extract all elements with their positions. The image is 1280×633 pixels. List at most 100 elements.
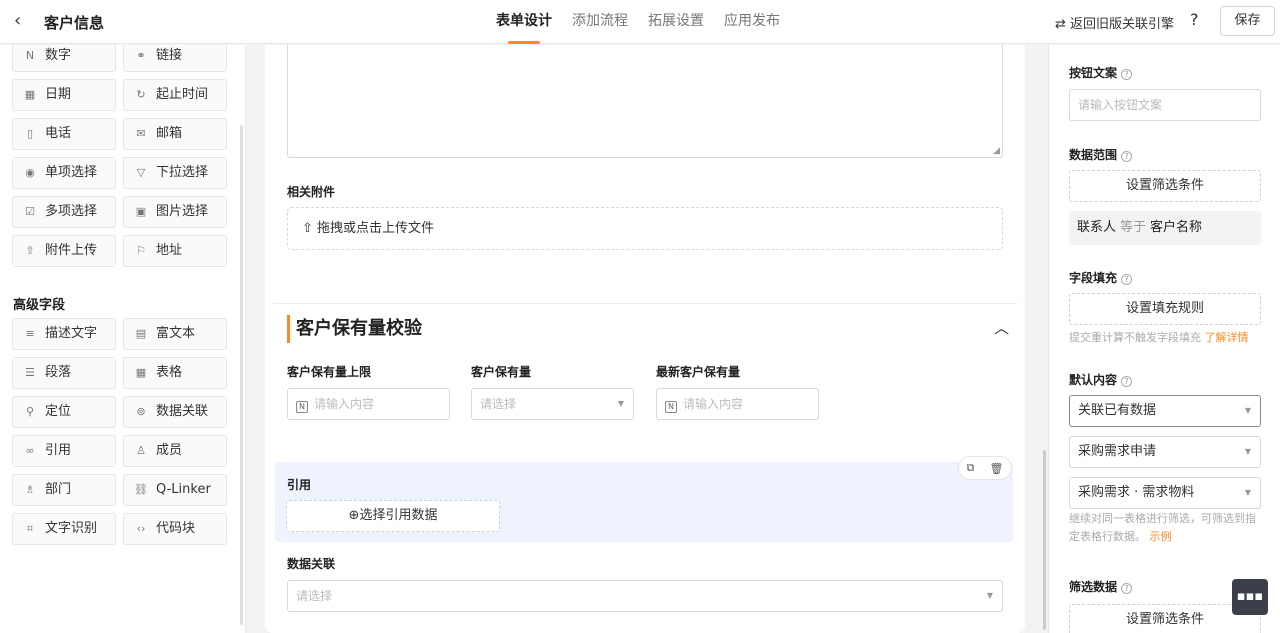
upload-icon: ⇧ <box>25 244 35 257</box>
limit-input[interactable]: N 请输入内容 <box>287 388 450 420</box>
palette-item-department[interactable]: ♗ 部门 <box>12 474 116 506</box>
help-icon[interactable]: ? <box>1121 583 1133 594</box>
legacy-engine-link[interactable]: ⇄ 返回旧版关联引擎 <box>1055 13 1174 32</box>
textarea-field[interactable]: ◢ <box>287 45 1003 158</box>
mail-icon: ✉ <box>136 127 146 140</box>
field-label-holding: 客户保有量 <box>471 365 532 379</box>
palette-scrollbar[interactable] <box>240 125 243 625</box>
back-icon[interactable]: ‹ <box>14 11 21 31</box>
button-text-input[interactable]: 请输入按钮文案 <box>1069 89 1261 121</box>
palette-item-paragraph[interactable]: ☰ 段落 <box>12 357 116 389</box>
latest-input[interactable]: N 请输入内容 <box>656 388 819 420</box>
palette-item-data-link[interactable]: ⊚ 数据关联 <box>123 396 227 428</box>
filter-data-label: 筛选数据? <box>1069 578 1133 595</box>
field-toolbar: ⧉ 🗑 <box>958 456 1012 480</box>
chevron-down-icon: ▼ <box>986 591 993 600</box>
main-tabs: 表单设计 添加流程 拓展设置 应用发布 <box>486 0 790 44</box>
palette-item-code-block[interactable]: ‹› 代码块 <box>123 513 227 545</box>
palette-item-checkbox[interactable]: ☑ 多项选择 <box>12 196 116 228</box>
save-button[interactable]: 保存 <box>1220 6 1275 36</box>
trash-icon[interactable]: 🗑 <box>989 462 1003 475</box>
palette-item-description[interactable]: ≡ 描述文字 <box>12 318 116 350</box>
set-fill-rule-button[interactable]: 设置填充规则 <box>1069 293 1261 325</box>
tab-app-publish[interactable]: 应用发布 <box>724 0 780 44</box>
code-icon: ‹› <box>136 522 146 535</box>
tab-extension-settings[interactable]: 拓展设置 <box>648 0 704 44</box>
data-link-select[interactable]: 请选择 ▼ <box>287 580 1003 612</box>
latest-placeholder: 请输入内容 <box>683 397 744 411</box>
resize-handle-icon[interactable]: ◢ <box>993 146 1000 156</box>
learn-more-link[interactable]: 了解详情 <box>1205 331 1249 344</box>
clock-icon: ↻ <box>136 88 146 101</box>
help-icon[interactable]: ? <box>1190 10 1199 29</box>
palette-item-table[interactable]: ▦ 表格 <box>123 357 227 389</box>
select-reference-button[interactable]: ⊕选择引用数据 <box>286 500 500 532</box>
filter-condition[interactable]: 联系人 等于 客户名称 <box>1069 211 1261 245</box>
chat-icon[interactable]: ▪▪▪ <box>1232 579 1268 615</box>
help-icon[interactable]: ? <box>1121 274 1133 285</box>
palette-item-label: 日期 <box>45 87 72 102</box>
help-icon[interactable]: ? <box>1121 151 1133 162</box>
palette-item-label: 富文本 <box>156 326 196 341</box>
reference-label: 引用 <box>287 478 312 492</box>
data-link-placeholder: 请选择 <box>296 589 333 603</box>
number-icon: N <box>665 401 677 413</box>
canvas-scrollbar[interactable] <box>1043 450 1046 630</box>
default-content-hint: 继续对同一表格进行筛选，可筛选到指定表格行数据。 示例 <box>1069 510 1265 546</box>
palette-item-label: 附件上传 <box>45 243 98 258</box>
palette-item-q-linker[interactable]: ⛓ Q-Linker <box>123 474 227 506</box>
copy-icon[interactable]: ⧉ <box>967 461 975 475</box>
default-source-select[interactable]: 关联已有数据 ▼ <box>1069 395 1261 427</box>
button-text-label: 按钮文案? <box>1069 64 1133 81</box>
palette-item-label: 起止时间 <box>156 87 209 102</box>
chevron-down-icon: ▼ <box>1244 488 1251 497</box>
selected-value: 采购需求申请 <box>1078 444 1157 459</box>
form-canvas: ◢ 相关附件 ⇧ 拖拽或点击上传文件 客户保有量校验 ︿ 客户保有量上限 N 请输… <box>265 45 1025 633</box>
palette-item-date[interactable]: ▦ 日期 <box>12 79 116 111</box>
palette-item-label: 链接 <box>156 48 183 63</box>
help-icon[interactable]: ? <box>1121 69 1133 80</box>
palette-item-reference[interactable]: ∞ 引用 <box>12 435 116 467</box>
calendar-icon: ▦ <box>24 88 36 101</box>
palette-item-address[interactable]: ⚐ 地址 <box>123 235 227 267</box>
palette-item-label: 代码块 <box>156 521 196 536</box>
subtable-select[interactable]: 采购需求 · 需求物料 ▼ <box>1069 477 1261 509</box>
palette-item-member[interactable]: ♙ 成员 <box>123 435 227 467</box>
palette-item-location[interactable]: ⚲ 定位 <box>12 396 116 428</box>
palette-item-date-range[interactable]: ↻ 起止时间 <box>123 79 227 111</box>
palette-item-image-select[interactable]: ▣ 图片选择 <box>123 196 227 228</box>
form-select[interactable]: 采购需求申请 ▼ <box>1069 436 1261 468</box>
example-link[interactable]: 示例 <box>1150 530 1172 543</box>
label-text: 按钮文案 <box>1069 66 1118 80</box>
palette-item-label: 邮箱 <box>156 126 183 141</box>
upload-dropzone[interactable]: ⇧ 拖拽或点击上传文件 <box>287 207 1003 250</box>
palette-item-label: 下拉选择 <box>156 165 209 180</box>
palette-item-ocr[interactable]: ⌗ 文字识别 <box>12 513 116 545</box>
chevron-down-icon: ▼ <box>1244 447 1251 456</box>
palette-item-label: 电话 <box>45 126 72 141</box>
palette-item-number[interactable]: N 数字 <box>12 45 116 72</box>
chevron-down-icon: ▼ <box>1244 406 1251 415</box>
collapse-icon[interactable]: ︿ <box>994 317 1009 338</box>
label-text: 字段填充 <box>1069 271 1118 285</box>
palette-item-phone[interactable]: ▯ 电话 <box>12 118 116 150</box>
holding-select[interactable]: 请选择 ▼ <box>471 388 634 420</box>
reference-field-selected[interactable]: ⧉ 🗑 引用 ⊕选择引用数据 <box>275 456 1013 542</box>
palette-item-email[interactable]: ✉ 邮箱 <box>123 118 227 150</box>
link-icon: ⚭ <box>136 49 146 62</box>
advanced-fields-title: 高级字段 <box>13 298 66 313</box>
palette-item-radio[interactable]: ◉ 单项选择 <box>12 157 116 189</box>
set-filter-button[interactable]: 设置筛选条件 <box>1069 170 1261 202</box>
data-link-icon: ⊚ <box>136 405 146 418</box>
palette-item-dropdown[interactable]: ▽ 下拉选择 <box>123 157 227 189</box>
palette-item-link[interactable]: ⚭ 链接 <box>123 45 227 72</box>
chain-icon: ⛓ <box>134 483 148 496</box>
tab-add-process[interactable]: 添加流程 <box>572 0 628 44</box>
radio-icon: ◉ <box>25 166 35 179</box>
properties-panel: 按钮文案? 请输入按钮文案 数据范围? 设置筛选条件 联系人 等于 客户名称 字段填… <box>1048 45 1280 633</box>
palette-item-attachment[interactable]: ⇧ 附件上传 <box>12 235 116 267</box>
tab-form-design[interactable]: 表单设计 <box>496 0 552 44</box>
help-icon[interactable]: ? <box>1121 376 1133 387</box>
data-range-label: 数据范围? <box>1069 146 1133 163</box>
palette-item-rich-text[interactable]: ▤ 富文本 <box>123 318 227 350</box>
